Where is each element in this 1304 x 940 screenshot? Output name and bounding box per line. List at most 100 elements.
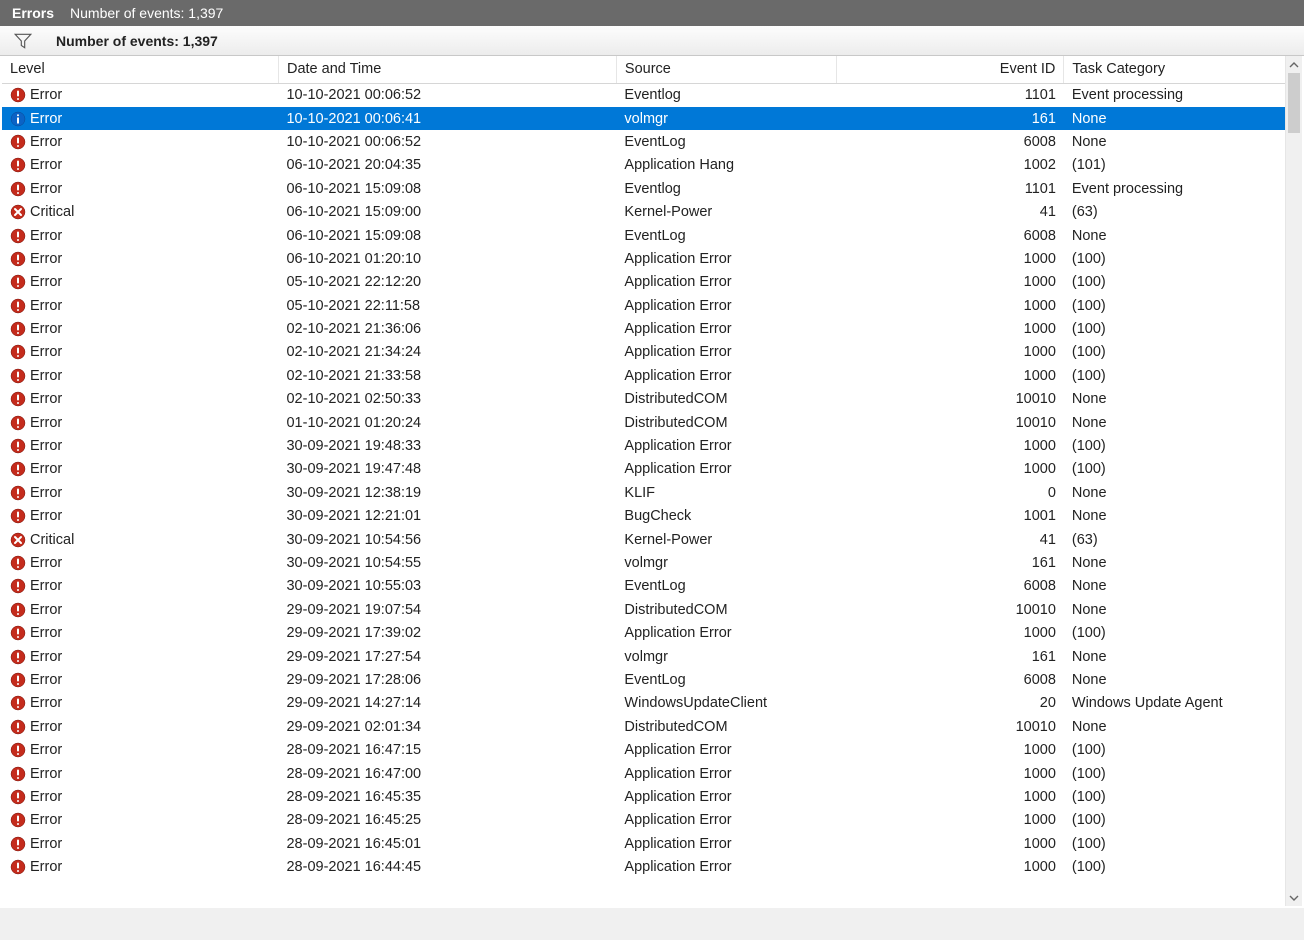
- cell-task: (100): [1064, 317, 1302, 340]
- cell-source: EventLog: [616, 575, 836, 598]
- error-icon: [10, 134, 26, 150]
- table-row[interactable]: Error29-09-2021 19:07:54DistributedCOM10…: [2, 598, 1302, 621]
- table-row[interactable]: Error28-09-2021 16:45:25Application Erro…: [2, 809, 1302, 832]
- table-row[interactable]: Error30-09-2021 10:54:55volmgr161None: [2, 551, 1302, 574]
- window-title: Errors: [12, 5, 54, 21]
- table-row[interactable]: Error05-10-2021 22:11:58Application Erro…: [2, 294, 1302, 317]
- table-row[interactable]: Error28-09-2021 16:45:35Application Erro…: [2, 785, 1302, 808]
- table-row[interactable]: Error01-10-2021 01:20:24DistributedCOM10…: [2, 411, 1302, 434]
- cell-eventid: 161: [837, 645, 1064, 668]
- cell-task: (100): [1064, 832, 1302, 855]
- table-row[interactable]: Error29-09-2021 14:27:14WindowsUpdateCli…: [2, 692, 1302, 715]
- cell-task: (100): [1064, 809, 1302, 832]
- cell-task: None: [1064, 388, 1302, 411]
- col-eventid[interactable]: Event ID: [837, 56, 1064, 84]
- table-row[interactable]: Error30-09-2021 12:38:19KLIF0None: [2, 481, 1302, 504]
- cell-source: volmgr: [616, 551, 836, 574]
- cell-source: Kernel-Power: [616, 528, 836, 551]
- table-row[interactable]: Error29-09-2021 02:01:34DistributedCOM10…: [2, 715, 1302, 738]
- col-datetime[interactable]: Date and Time: [278, 56, 616, 84]
- table-row[interactable]: Error02-10-2021 02:50:33DistributedCOM10…: [2, 388, 1302, 411]
- level-text: Error: [30, 111, 62, 127]
- table-row[interactable]: Error06-10-2021 01:20:10Application Erro…: [2, 247, 1302, 270]
- cell-source: Application Error: [616, 832, 836, 855]
- table-row[interactable]: Error30-09-2021 19:47:48Application Erro…: [2, 458, 1302, 481]
- event-table: Level Date and Time Source Event ID Task…: [2, 56, 1302, 879]
- cell-level: Error: [2, 388, 278, 411]
- level-text: Error: [30, 719, 62, 735]
- cell-datetime: 30-09-2021 19:48:33: [278, 434, 616, 457]
- scroll-down-arrow-icon[interactable]: [1286, 889, 1302, 906]
- cell-eventid: 41: [837, 200, 1064, 223]
- table-row[interactable]: Critical30-09-2021 10:54:56Kernel-Power4…: [2, 528, 1302, 551]
- table-row[interactable]: Error10-10-2021 00:06:52EventLog6008None: [2, 130, 1302, 153]
- cell-task: None: [1064, 598, 1302, 621]
- cell-level: Error: [2, 177, 278, 200]
- cell-source: Application Error: [616, 364, 836, 387]
- scroll-track[interactable]: [1286, 73, 1302, 889]
- cell-datetime: 30-09-2021 10:54:56: [278, 528, 616, 551]
- table-row[interactable]: Error29-09-2021 17:39:02Application Erro…: [2, 621, 1302, 644]
- cell-level: Error: [2, 107, 278, 130]
- cell-level: Error: [2, 575, 278, 598]
- cell-eventid: 0: [837, 481, 1064, 504]
- error-icon: [10, 508, 26, 524]
- table-row[interactable]: Error30-09-2021 19:48:33Application Erro…: [2, 434, 1302, 457]
- table-row[interactable]: Error10-10-2021 00:06:52Eventlog1101Even…: [2, 84, 1302, 107]
- table-row[interactable]: Error30-09-2021 12:21:01BugCheck1001None: [2, 505, 1302, 528]
- cell-datetime: 30-09-2021 12:38:19: [278, 481, 616, 504]
- cell-source: DistributedCOM: [616, 715, 836, 738]
- table-row[interactable]: Error02-10-2021 21:36:06Application Erro…: [2, 317, 1302, 340]
- col-source[interactable]: Source: [616, 56, 836, 84]
- table-row[interactable]: Error06-10-2021 15:09:08EventLog6008None: [2, 224, 1302, 247]
- table-row[interactable]: Error29-09-2021 17:27:54volmgr161None: [2, 645, 1302, 668]
- cell-source: Application Error: [616, 738, 836, 761]
- cell-datetime: 10-10-2021 00:06:52: [278, 84, 616, 107]
- cell-datetime: 05-10-2021 22:12:20: [278, 271, 616, 294]
- table-row[interactable]: Error05-10-2021 22:12:20Application Erro…: [2, 271, 1302, 294]
- cell-datetime: 28-09-2021 16:45:35: [278, 785, 616, 808]
- table-row[interactable]: Error 28-09-2021 16:47:15Application Erro…: [2, 738, 1302, 761]
- table-row[interactable]: Error06-10-2021 15:09:08Eventlog1101Even…: [2, 177, 1302, 200]
- level-text: Error: [30, 602, 62, 618]
- cell-level: Critical: [2, 528, 278, 551]
- cell-source: Application Hang: [616, 154, 836, 177]
- table-row[interactable]: Error06-10-2021 20:04:35Application Hang…: [2, 154, 1302, 177]
- cell-datetime: 28-09-2021 16:47:15: [278, 738, 616, 761]
- cell-datetime: 06-10-2021 15:09:08: [278, 224, 616, 247]
- cell-level: Error: [2, 130, 278, 153]
- cell-source: Application Error: [616, 434, 836, 457]
- error-icon: [10, 789, 26, 805]
- table-row[interactable]: Error28-09-2021 16:47:00Application Erro…: [2, 762, 1302, 785]
- level-text: Error: [30, 157, 62, 173]
- table-row[interactable]: Error02-10-2021 21:34:24Application Erro…: [2, 341, 1302, 364]
- table-row[interactable]: Error28-09-2021 16:44:45Application Erro…: [2, 855, 1302, 878]
- error-icon: [10, 321, 26, 337]
- table-row[interactable]: Error30-09-2021 10:55:03EventLog6008None: [2, 575, 1302, 598]
- table-row[interactable]: Error29-09-2021 17:28:06EventLog6008None: [2, 668, 1302, 691]
- table-row[interactable]: Error28-09-2021 16:45:01Application Erro…: [2, 832, 1302, 855]
- scroll-up-arrow-icon[interactable]: [1286, 56, 1302, 73]
- cell-source: Eventlog: [616, 84, 836, 107]
- level-text: Error: [30, 742, 62, 758]
- level-text: Error: [30, 695, 62, 711]
- cell-task: (100): [1064, 855, 1302, 878]
- level-text: Error: [30, 578, 62, 594]
- col-level[interactable]: Level: [2, 56, 278, 84]
- cell-level: Error: [2, 692, 278, 715]
- level-text: Error: [30, 812, 62, 828]
- level-text: Error: [30, 789, 62, 805]
- table-row[interactable]: Error02-10-2021 21:33:58Application Erro…: [2, 364, 1302, 387]
- level-text: Critical: [30, 532, 74, 548]
- cell-eventid: 10010: [837, 598, 1064, 621]
- error-icon: [10, 274, 26, 290]
- filter-icon[interactable]: [14, 32, 32, 50]
- col-taskcategory[interactable]: Task Category: [1064, 56, 1302, 84]
- table-row[interactable]: Error10-10-2021 00:06:41volmgr161None: [2, 107, 1302, 130]
- cell-task: (100): [1064, 294, 1302, 317]
- table-row[interactable]: Critical06-10-2021 15:09:00Kernel-Power4…: [2, 200, 1302, 223]
- vertical-scrollbar[interactable]: [1285, 56, 1302, 906]
- scroll-thumb[interactable]: [1288, 73, 1300, 133]
- level-text: Error: [30, 274, 62, 290]
- level-text: Error: [30, 228, 62, 244]
